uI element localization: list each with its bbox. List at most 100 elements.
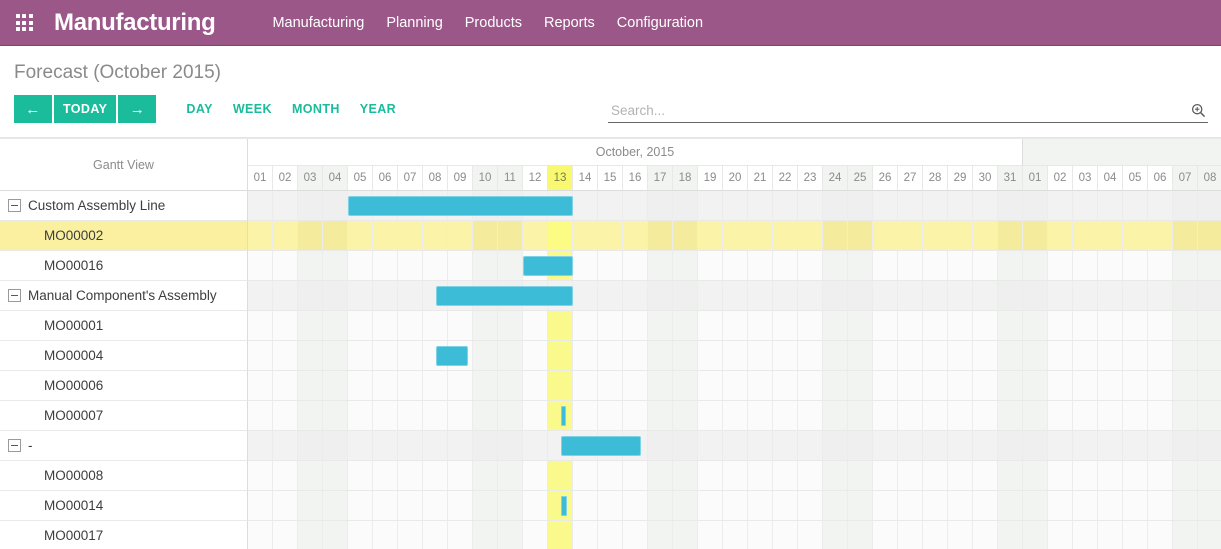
gantt-cell[interactable] xyxy=(1123,251,1148,280)
gantt-row-lane[interactable] xyxy=(248,311,1221,341)
gantt-cell[interactable] xyxy=(898,491,923,520)
gantt-cell[interactable] xyxy=(1048,521,1073,549)
gantt-cell[interactable] xyxy=(1023,221,1048,250)
gantt-cell[interactable] xyxy=(348,431,373,460)
gantt-day-header[interactable]: 14 xyxy=(573,166,598,191)
gantt-cell[interactable] xyxy=(1148,461,1173,490)
gantt-cell[interactable] xyxy=(973,251,998,280)
gantt-cell[interactable] xyxy=(248,341,273,370)
gantt-cell[interactable] xyxy=(348,401,373,430)
gantt-cell[interactable] xyxy=(698,521,723,549)
gantt-cell[interactable] xyxy=(598,341,623,370)
gantt-cell[interactable] xyxy=(798,371,823,400)
gantt-day-header[interactable]: 31 xyxy=(998,166,1023,191)
gantt-cell[interactable] xyxy=(698,281,723,310)
gantt-cell[interactable] xyxy=(973,401,998,430)
gantt-cell[interactable] xyxy=(1198,401,1221,430)
gantt-cell[interactable] xyxy=(473,311,498,340)
gantt-cell[interactable] xyxy=(1198,251,1221,280)
gantt-cell[interactable] xyxy=(648,221,673,250)
gantt-cell[interactable] xyxy=(1198,221,1221,250)
gantt-cell[interactable] xyxy=(423,251,448,280)
gantt-cell[interactable] xyxy=(723,491,748,520)
gantt-cell[interactable] xyxy=(1098,371,1123,400)
gantt-day-header[interactable]: 16 xyxy=(623,166,648,191)
gantt-cell[interactable] xyxy=(698,251,723,280)
gantt-cell[interactable] xyxy=(898,281,923,310)
gantt-cell[interactable] xyxy=(723,341,748,370)
gantt-cell[interactable] xyxy=(573,341,598,370)
gantt-cell[interactable] xyxy=(1198,371,1221,400)
gantt-cell[interactable] xyxy=(698,491,723,520)
gantt-cell[interactable] xyxy=(773,401,798,430)
gantt-cell[interactable] xyxy=(398,521,423,549)
gantt-cell[interactable] xyxy=(848,521,873,549)
gantt-cell[interactable] xyxy=(448,431,473,460)
gantt-cell[interactable] xyxy=(823,461,848,490)
gantt-cell[interactable] xyxy=(1148,281,1173,310)
gantt-cell[interactable] xyxy=(423,521,448,549)
gantt-cell[interactable] xyxy=(998,461,1023,490)
gantt-day-header[interactable]: 21 xyxy=(748,166,773,191)
gantt-day-header[interactable]: 02 xyxy=(273,166,298,191)
gantt-cell[interactable] xyxy=(948,431,973,460)
scale-week[interactable]: WEEK xyxy=(223,96,282,122)
gantt-cell[interactable] xyxy=(998,521,1023,549)
gantt-cell[interactable] xyxy=(1123,431,1148,460)
gantt-cell[interactable] xyxy=(723,221,748,250)
gantt-day-header[interactable]: 17 xyxy=(648,166,673,191)
gantt-cell[interactable] xyxy=(598,371,623,400)
gantt-cell[interactable] xyxy=(1123,461,1148,490)
gantt-cell[interactable] xyxy=(448,401,473,430)
gantt-cell[interactable] xyxy=(248,221,273,250)
gantt-cell[interactable] xyxy=(1148,431,1173,460)
gantt-cell[interactable] xyxy=(923,461,948,490)
gantt-cell[interactable] xyxy=(623,491,648,520)
gantt-cell[interactable] xyxy=(773,431,798,460)
gantt-cell[interactable] xyxy=(348,491,373,520)
gantt-cell[interactable] xyxy=(398,251,423,280)
gantt-row-lane[interactable] xyxy=(248,341,1221,371)
gantt-cell[interactable] xyxy=(1073,311,1098,340)
gantt-cell[interactable] xyxy=(248,461,273,490)
gantt-cell[interactable] xyxy=(848,251,873,280)
gantt-cell[interactable] xyxy=(1023,281,1048,310)
gantt-cell[interactable] xyxy=(1098,251,1123,280)
gantt-cell[interactable] xyxy=(373,311,398,340)
gantt-chart[interactable]: Gantt View October, 2015 010203040506070… xyxy=(0,138,1221,549)
gantt-cell[interactable] xyxy=(723,521,748,549)
gantt-cell[interactable] xyxy=(673,521,698,549)
gantt-cell[interactable] xyxy=(498,341,523,370)
gantt-cell[interactable] xyxy=(1073,401,1098,430)
gantt-day-header[interactable]: 18 xyxy=(673,166,698,191)
gantt-cell[interactable] xyxy=(898,461,923,490)
gantt-cell[interactable] xyxy=(323,311,348,340)
gantt-cell[interactable] xyxy=(273,191,298,220)
gantt-cell[interactable] xyxy=(998,401,1023,430)
gantt-cell[interactable] xyxy=(473,401,498,430)
gantt-cell[interactable] xyxy=(1023,431,1048,460)
gantt-cell[interactable] xyxy=(973,281,998,310)
gantt-cell[interactable] xyxy=(923,191,948,220)
gantt-cell[interactable] xyxy=(773,371,798,400)
gantt-cell[interactable] xyxy=(773,221,798,250)
gantt-cell[interactable] xyxy=(823,341,848,370)
gantt-cell[interactable] xyxy=(298,281,323,310)
gantt-cell[interactable] xyxy=(1198,311,1221,340)
gantt-cell[interactable] xyxy=(1098,461,1123,490)
gantt-cell[interactable] xyxy=(448,311,473,340)
gantt-cell[interactable] xyxy=(673,491,698,520)
gantt-cell[interactable] xyxy=(423,371,448,400)
gantt-cell[interactable] xyxy=(1173,251,1198,280)
gantt-cell[interactable] xyxy=(398,401,423,430)
gantt-cell[interactable] xyxy=(348,341,373,370)
gantt-cell[interactable] xyxy=(1173,461,1198,490)
gantt-cell[interactable] xyxy=(448,251,473,280)
gantt-cell[interactable] xyxy=(823,431,848,460)
gantt-cell[interactable] xyxy=(973,371,998,400)
gantt-cell[interactable] xyxy=(498,251,523,280)
gantt-row-label-cell[interactable]: Custom Assembly Line xyxy=(0,191,248,221)
gantt-cell[interactable] xyxy=(1023,401,1048,430)
gantt-cell[interactable] xyxy=(1173,341,1198,370)
gantt-cell[interactable] xyxy=(498,401,523,430)
